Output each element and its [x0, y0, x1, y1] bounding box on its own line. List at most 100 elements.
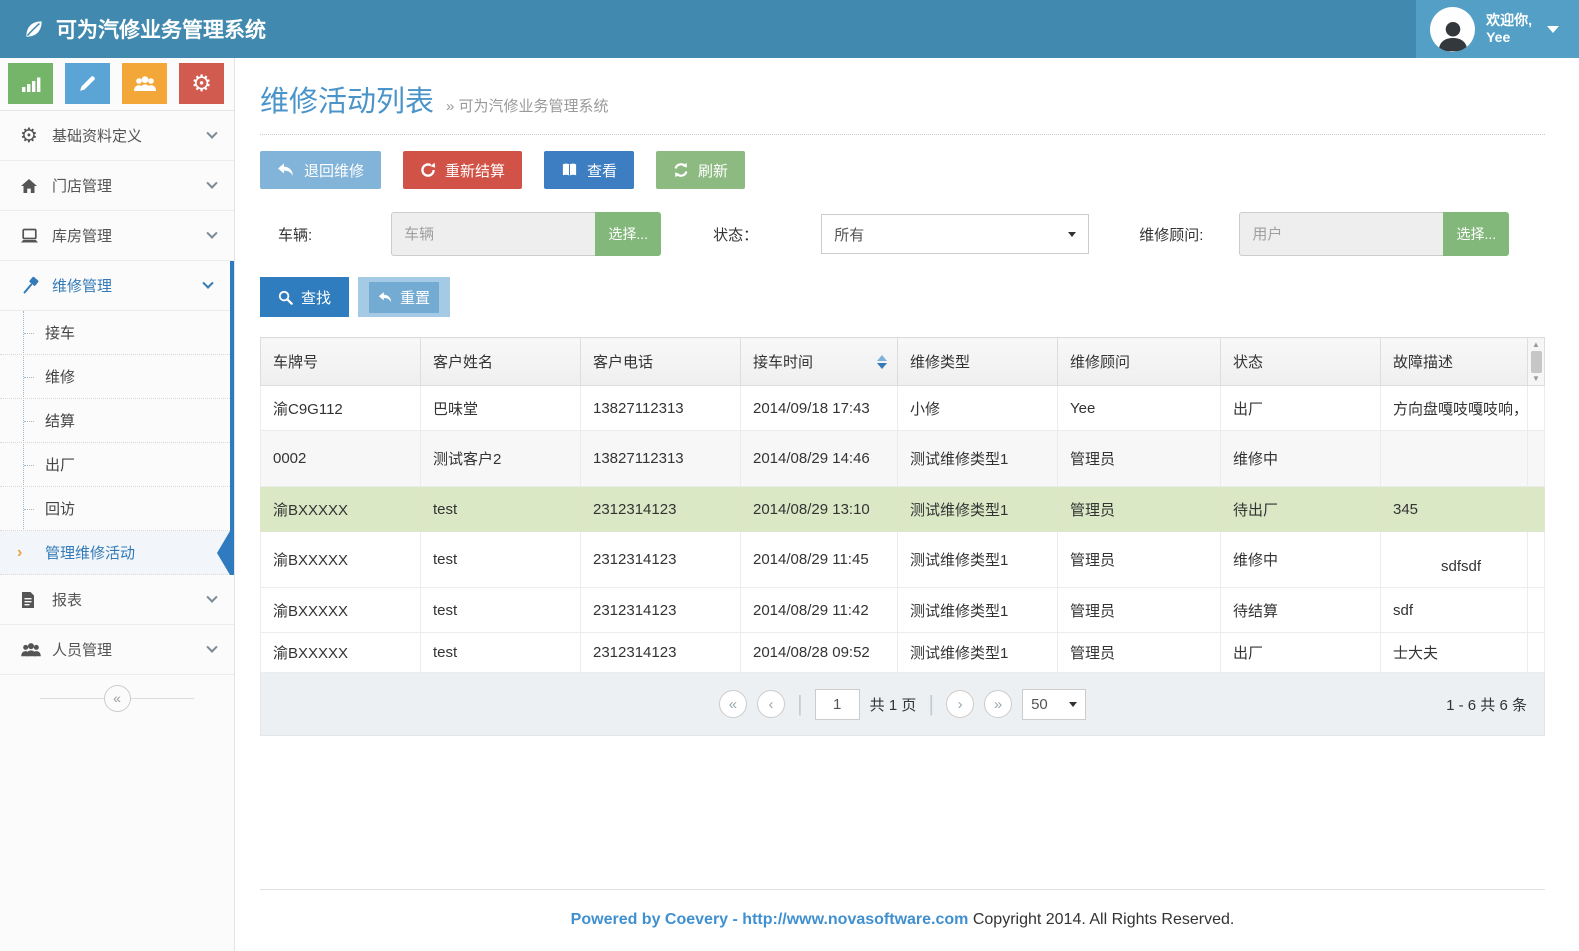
page-size-value: 50: [1031, 696, 1048, 713]
column-header-customer[interactable]: 客户姓名: [421, 338, 581, 386]
table-row[interactable]: 渝BXXXXX test 2312314123 2014/08/28 09:52…: [261, 633, 1545, 673]
cell-customer: test: [421, 633, 581, 673]
sidebar-item-store-mgmt[interactable]: 门店管理: [0, 161, 234, 211]
chevron-down-icon: [206, 591, 217, 602]
page-size-select[interactable]: 50: [1022, 689, 1086, 720]
recalculate-button[interactable]: 重新结算: [403, 151, 522, 189]
table-row[interactable]: 渝BXXXXX test 2312314123 2014/08/29 11:45…: [261, 532, 1545, 588]
table-row-selected[interactable]: 渝BXXXXX test 2312314123 2014/08/29 13:10…: [261, 487, 1545, 532]
sidebar-item-personnel-mgmt[interactable]: 人员管理: [0, 625, 234, 675]
sort-up-icon: [877, 355, 887, 361]
sidebar-collapse-row: «: [0, 675, 234, 721]
repair-activity-table: 车牌号 客户姓名 客户电话 接车时间 维修类型 维修顾问 状态: [260, 337, 1545, 673]
column-header-desc[interactable]: 故障描述: [1381, 338, 1528, 386]
cell-time: 2014/08/29 11:42: [741, 588, 898, 633]
sidebar-subitem-settle[interactable]: 结算: [0, 399, 230, 443]
return-repair-button[interactable]: 退回维修: [260, 151, 381, 189]
arrow-right-icon: ›: [17, 544, 22, 562]
table-row[interactable]: 渝C9G112 巴味堂 13827112313 2014/09/18 17:43…: [261, 386, 1545, 431]
cell-advisor: Yee: [1058, 386, 1221, 431]
advisor-input[interactable]: [1239, 212, 1443, 256]
sidebar-subitem-follow-up[interactable]: 回访: [0, 487, 230, 531]
cell-gutter: [1528, 487, 1545, 532]
column-header-type[interactable]: 维修类型: [898, 338, 1058, 386]
button-label: 查看: [587, 160, 617, 181]
user-menu[interactable]: 欢迎你, Yee: [1416, 0, 1579, 58]
subitem-label: 管理维修活动: [45, 542, 135, 563]
sidebar-item-reports[interactable]: 报表: [0, 575, 234, 625]
refresh-button[interactable]: 刷新: [656, 151, 745, 189]
table-scrollbar[interactable]: ▲ ▼: [1528, 338, 1545, 386]
users-quick-button[interactable]: [122, 63, 167, 104]
sidebar-subitem-repair[interactable]: 维修: [0, 355, 230, 399]
scrollbar-thumb[interactable]: [1531, 351, 1542, 373]
next-page-button[interactable]: ›: [946, 690, 974, 718]
column-header-phone[interactable]: 客户电话: [581, 338, 741, 386]
cell-plate: 渝BXXXXX: [261, 532, 421, 588]
user-caret-down-icon[interactable]: [1547, 26, 1559, 33]
column-header-status[interactable]: 状态: [1221, 338, 1381, 386]
column-header-time[interactable]: 接车时间: [741, 338, 898, 386]
cell-desc: [1381, 431, 1528, 487]
find-button[interactable]: 查找: [260, 277, 349, 317]
cell-customer: 巴味堂: [421, 386, 581, 431]
page-footer: Powered by Coevery - http://www.novasoft…: [260, 889, 1545, 929]
cell-type: 测试维修类型1: [898, 487, 1058, 532]
vehicle-select-button[interactable]: 选择...: [595, 212, 661, 256]
cell-advisor: 管理员: [1058, 633, 1221, 673]
last-page-button[interactable]: »: [984, 690, 1012, 718]
pagination-bar: « ‹ | 共 1 页 | › » 50 1 - 6 共 6 条: [260, 673, 1545, 736]
search-icon: [278, 290, 293, 305]
sidebar-item-warehouse-mgmt[interactable]: 库房管理: [0, 211, 234, 261]
cell-time: 2014/09/18 17:43: [741, 386, 898, 431]
column-label: 接车时间: [753, 354, 813, 371]
cell-desc: sdf: [1381, 588, 1528, 633]
sidebar-subitem-receive[interactable]: 接车: [0, 311, 230, 355]
advisor-select-button[interactable]: 选择...: [1443, 212, 1509, 256]
column-header-advisor[interactable]: 维修顾问: [1058, 338, 1221, 386]
quick-buttons: ⚙: [0, 58, 234, 111]
sidebar: ⚙ ⚙ 基础资料定义 门店管理 库房管理: [0, 58, 235, 951]
reset-button[interactable]: 重置: [358, 277, 450, 317]
page-number-input[interactable]: [815, 689, 860, 720]
table-row[interactable]: 渝BXXXXX test 2312314123 2014/08/29 11:42…: [261, 588, 1545, 633]
chart-quick-button[interactable]: [8, 63, 53, 104]
button-label: 退回维修: [304, 160, 364, 181]
column-header-plate[interactable]: 车牌号: [261, 338, 421, 386]
sidebar-subitem-leave-factory[interactable]: 出厂: [0, 443, 230, 487]
select-caret-icon: [1068, 232, 1076, 237]
sort-icon[interactable]: [877, 355, 887, 369]
table-row[interactable]: 0002 测试客户2 13827112313 2014/08/29 14:46 …: [261, 431, 1545, 487]
cell-desc: 士大夫: [1381, 633, 1528, 673]
gears-quick-button[interactable]: ⚙: [179, 63, 224, 104]
scroll-down-icon[interactable]: ▼: [1532, 375, 1540, 383]
cell-phone: 2312314123: [581, 588, 741, 633]
chevron-down-icon: [206, 227, 217, 238]
view-button[interactable]: 查看: [544, 151, 634, 189]
pencil-quick-button[interactable]: [65, 63, 110, 104]
prev-page-button[interactable]: ‹: [757, 690, 785, 718]
vertical-scrollbar[interactable]: ▲ ▼: [1528, 339, 1544, 385]
cell-phone: 13827112313: [581, 431, 741, 487]
page-head: 维修活动列表 » 可为汽修业务管理系统: [260, 58, 1545, 135]
sidebar-collapse-button[interactable]: «: [104, 685, 131, 712]
footer-link[interactable]: Powered by Coevery - http://www.novasoft…: [571, 911, 969, 928]
gavel-icon: [20, 276, 52, 296]
cell-time: 2014/08/29 11:45: [741, 532, 898, 588]
sidebar-item-base-data[interactable]: ⚙ 基础资料定义: [0, 111, 234, 161]
button-label: 刷新: [698, 160, 728, 181]
cell-customer: test: [421, 532, 581, 588]
status-select[interactable]: 所有: [821, 214, 1089, 254]
cell-plate: 0002: [261, 431, 421, 487]
cell-phone: 2312314123: [581, 532, 741, 588]
sidebar-item-repair-mgmt[interactable]: 维修管理: [0, 261, 230, 311]
vehicle-input[interactable]: [391, 212, 595, 256]
cell-customer: test: [421, 487, 581, 532]
scroll-up-icon[interactable]: ▲: [1532, 341, 1540, 349]
sidebar-subitem-manage-repair-activities[interactable]: › 管理维修活动: [0, 531, 230, 575]
vehicle-filter-label: 车辆:: [278, 224, 312, 245]
users-group-icon: [133, 75, 157, 93]
first-page-button[interactable]: «: [719, 690, 747, 718]
sidebar-item-label: 基础资料定义: [52, 125, 142, 146]
cell-plate: 渝BXXXXX: [261, 487, 421, 532]
